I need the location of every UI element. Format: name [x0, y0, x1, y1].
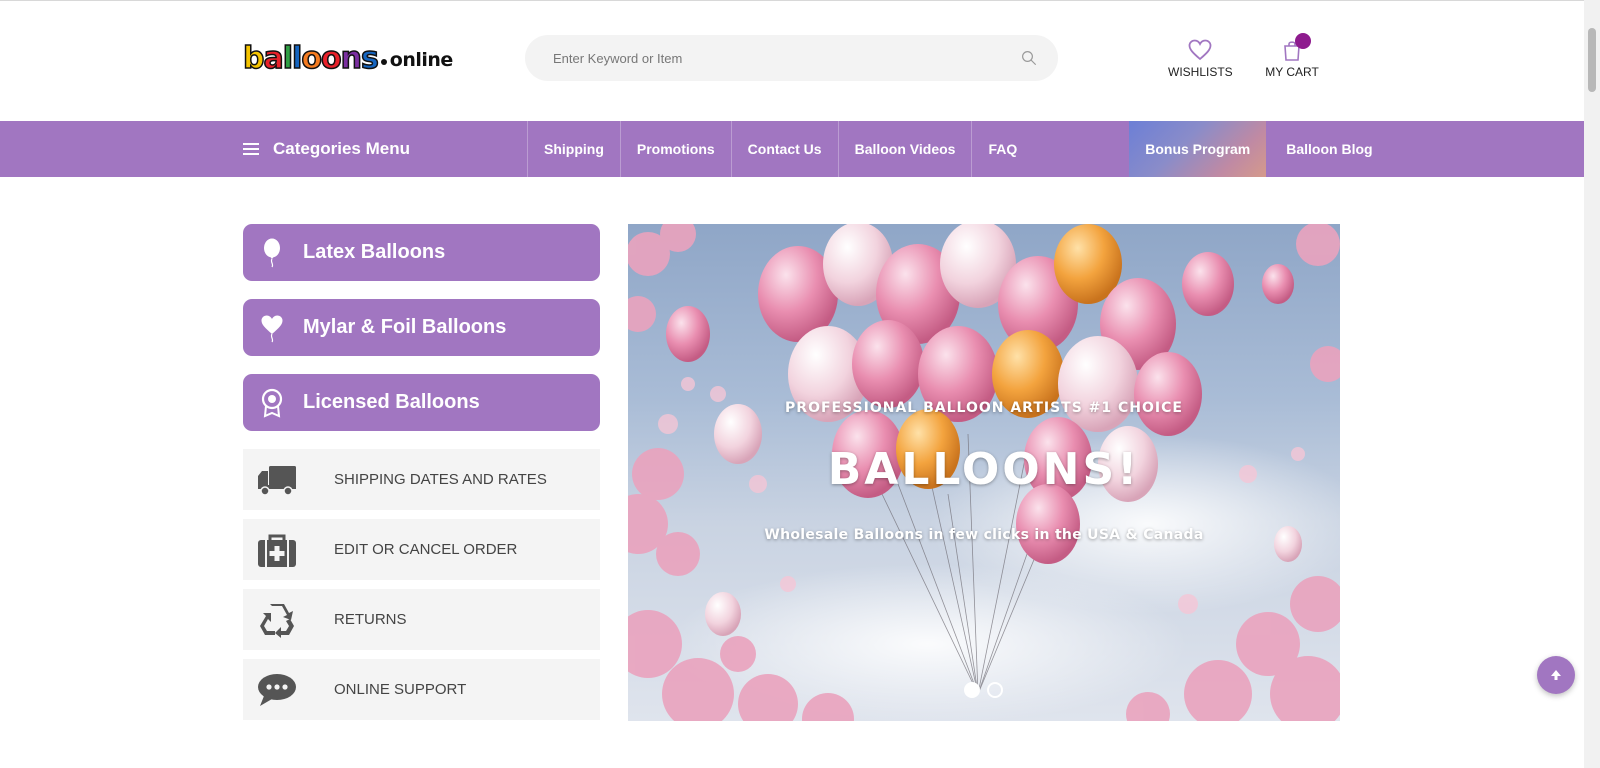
cart-badge: [1295, 33, 1311, 49]
categories-menu-button[interactable]: Categories Menu: [243, 121, 410, 177]
arrow-up-icon: [1551, 670, 1561, 680]
hero-kicker: PROFESSIONAL BALLOON ARTISTS #1 CHOICE: [785, 400, 1183, 416]
nav-link-promotions[interactable]: Promotions: [619, 121, 731, 177]
categories-menu-label: Categories Menu: [273, 139, 410, 158]
logo-letter: l: [291, 40, 303, 77]
heart-balloon-icon: [261, 315, 283, 342]
logo-letter: l: [282, 40, 294, 77]
logo-letter: n: [340, 40, 363, 77]
hero-title: BALLOONS!: [827, 444, 1141, 495]
logo-letter: a: [263, 40, 285, 77]
slider-dot-1[interactable]: [964, 682, 980, 698]
logo-dot: [380, 59, 387, 65]
category-label: Licensed Balloons: [303, 391, 480, 413]
info-edit-cancel-order[interactable]: EDIT OR CANCEL ORDER: [243, 519, 600, 580]
nav-link-shipping[interactable]: Shipping: [527, 121, 620, 177]
cart-label: MY CART: [1265, 65, 1319, 79]
info-label: SHIPPING DATES AND RATES: [334, 471, 547, 488]
hamburger-icon: [243, 143, 259, 155]
search-input[interactable]: [553, 47, 1003, 69]
logo-letter: s: [360, 40, 379, 77]
nav-links: Shipping Promotions Contact Us Balloon V…: [527, 121, 1389, 177]
nav-link-faq[interactable]: FAQ: [971, 121, 1033, 177]
logo-letter: b: [242, 40, 265, 77]
balloon-icon: [264, 238, 280, 267]
truck-icon: [258, 465, 296, 496]
site-header: balloons online WISHLISTS MY CART: [0, 1, 1584, 121]
chat-bubble-icon: [258, 673, 296, 706]
cart-link[interactable]: MY CART: [1262, 33, 1322, 79]
site-logo[interactable]: balloons online: [242, 40, 454, 77]
nav-link-contact-us[interactable]: Contact Us: [730, 121, 838, 177]
info-label: RETURNS: [334, 611, 407, 628]
category-licensed-balloons[interactable]: Licensed Balloons: [243, 374, 600, 431]
category-latex-balloons[interactable]: Latex Balloons: [243, 224, 600, 281]
recycle-icon: [260, 603, 294, 638]
nav-link-bonus-program[interactable]: Bonus Program: [1129, 121, 1267, 177]
heart-icon: [1188, 39, 1212, 61]
slider-dots: [964, 682, 1003, 698]
info-label: EDIT OR CANCEL ORDER: [334, 541, 518, 558]
category-label: Mylar & Foil Balloons: [303, 316, 507, 338]
wishlists-link[interactable]: WISHLISTS: [1168, 37, 1233, 79]
nav-link-balloon-blog[interactable]: Balloon Blog: [1266, 121, 1388, 177]
hero-subtitle: Wholesale Balloons in few clicks in the …: [764, 527, 1204, 543]
logo-letter: o: [301, 40, 323, 77]
hero-slider[interactable]: PROFESSIONAL BALLOON ARTISTS #1 CHOICE B…: [628, 224, 1340, 721]
info-returns[interactable]: RETURNS: [243, 589, 600, 650]
slider-dot-2[interactable]: [987, 682, 1003, 698]
award-badge-icon: [261, 388, 283, 418]
search-bar: [525, 35, 1058, 81]
logo-wordmark: balloons: [242, 40, 379, 77]
logo-letter: o: [320, 40, 342, 77]
medical-bag-icon: [258, 534, 296, 567]
nav-link-balloon-videos[interactable]: Balloon Videos: [837, 121, 972, 177]
info-online-support[interactable]: ONLINE SUPPORT: [243, 659, 600, 720]
category-mylar-foil-balloons[interactable]: Mylar & Foil Balloons: [243, 299, 600, 356]
scrollbar-thumb[interactable]: [1588, 28, 1596, 92]
search-icon[interactable]: [1020, 49, 1038, 67]
scroll-to-top-button[interactable]: [1537, 656, 1575, 694]
category-label: Latex Balloons: [303, 241, 446, 263]
main-nav: Categories Menu Shipping Promotions Cont…: [0, 121, 1584, 177]
info-shipping-dates-rates[interactable]: SHIPPING DATES AND RATES: [243, 449, 600, 510]
logo-suffix: online: [389, 49, 454, 71]
page-scrollbar[interactable]: [1584, 0, 1600, 768]
info-label: ONLINE SUPPORT: [334, 681, 467, 698]
wishlists-label: WISHLISTS: [1168, 65, 1233, 79]
